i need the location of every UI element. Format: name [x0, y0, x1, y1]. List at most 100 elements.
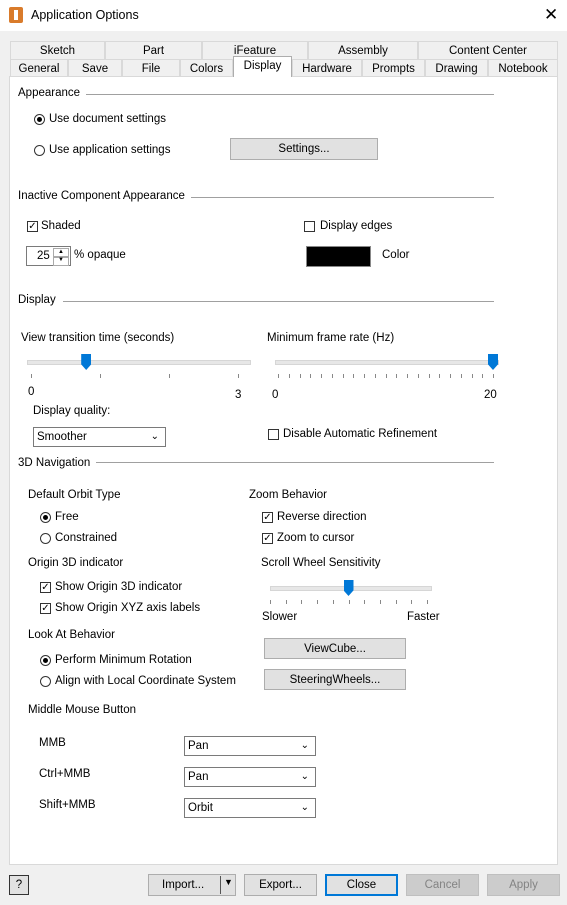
slider-tick: [31, 374, 32, 378]
view-transition-min: 0: [28, 386, 35, 398]
reverse-direction-checkbox[interactable]: ✓: [262, 512, 273, 523]
tab-part[interactable]: Part: [105, 41, 202, 59]
export-button[interactable]: Export...: [244, 874, 317, 896]
slider-tick: [332, 600, 334, 604]
zoom-behavior-title: Zoom Behavior: [249, 489, 327, 501]
tab-colors[interactable]: Colors: [180, 59, 233, 77]
window-title: Application Options: [31, 8, 139, 22]
opacity-spinner[interactable]: 25 ▲ ▼: [26, 246, 71, 266]
shift-mmb-label: Shift+MMB: [39, 799, 96, 811]
color-label: Color: [382, 249, 410, 261]
show-xyz-checkbox[interactable]: ✓: [40, 603, 51, 614]
color-swatch-button[interactable]: [306, 246, 371, 267]
tab-drawing[interactable]: Drawing: [425, 59, 488, 77]
min-frame-rate-track: [275, 360, 499, 365]
tab-prompts[interactable]: Prompts: [362, 59, 425, 77]
slider-tick: [285, 600, 287, 604]
slider-tick: [471, 374, 473, 378]
slider-tick: [374, 374, 376, 378]
tab-display[interactable]: Display: [233, 56, 292, 77]
slider-tick: [396, 374, 398, 378]
slider-tick: [270, 600, 271, 604]
divider: [183, 197, 494, 198]
tab-file[interactable]: File: [122, 59, 180, 77]
lookat-align-radio[interactable]: [40, 676, 51, 687]
tab-assembly[interactable]: Assembly: [308, 41, 418, 59]
min-frame-rate-label: Minimum frame rate (Hz): [267, 332, 395, 344]
use-document-label: Use document settings: [49, 113, 166, 125]
view-transition-label: View transition time (seconds): [21, 332, 175, 344]
mmb-select[interactable]: Pan ⌄: [184, 736, 316, 756]
close-button[interactable]: Close: [325, 874, 398, 896]
scroll-sensitivity-title: Scroll Wheel Sensitivity: [261, 557, 381, 569]
import-split-divider: [220, 876, 221, 894]
display-edges-label: Display edges: [320, 220, 393, 232]
scroll-faster-label: Faster: [407, 611, 440, 623]
import-dropdown-icon[interactable]: ▼: [224, 877, 233, 887]
orbit-free-label: Free: [55, 511, 79, 523]
ctrl-mmb-label: Ctrl+MMB: [39, 768, 91, 780]
tab-notebook[interactable]: Notebook: [488, 59, 558, 77]
use-application-label: Use application settings: [49, 144, 171, 156]
inactive-group-title: Inactive Component Appearance: [18, 190, 191, 202]
slider-tick: [482, 374, 484, 378]
use-document-radio[interactable]: [34, 114, 45, 125]
slider-tick: [348, 600, 350, 604]
steeringwheels-button[interactable]: SteeringWheels...: [264, 669, 406, 690]
slider-tick: [299, 374, 301, 378]
slider-tick: [353, 374, 355, 378]
ctrl-mmb-select[interactable]: Pan ⌄: [184, 767, 316, 787]
shift-mmb-select[interactable]: Orbit ⌄: [184, 798, 316, 818]
scroll-slower-label: Slower: [262, 611, 298, 623]
slider-tick: [379, 600, 381, 604]
spin-down-icon[interactable]: ▼: [53, 256, 69, 266]
use-application-radio[interactable]: [34, 145, 45, 156]
display-edges-checkbox[interactable]: [304, 221, 315, 232]
orbit-constrained-radio[interactable]: [40, 533, 51, 544]
slider-tick: [321, 374, 322, 378]
show-origin-checkbox[interactable]: ✓: [40, 582, 51, 593]
zoom-to-cursor-checkbox[interactable]: ✓: [262, 533, 273, 544]
lookat-min-rotation-label: Perform Minimum Rotation: [55, 654, 192, 666]
slider-tick: [493, 374, 494, 378]
slider-tick: [417, 374, 419, 378]
display-group-title: Display: [18, 294, 62, 306]
slider-tick: [100, 374, 101, 378]
slider-tick: [385, 374, 387, 378]
slider-tick: [301, 600, 303, 604]
mmb-value: Pan: [188, 740, 209, 752]
import-button[interactable]: Import...: [148, 874, 236, 896]
settings-button[interactable]: Settings...: [230, 138, 378, 160]
slider-tick: [278, 374, 279, 378]
appearance-group-title: Appearance: [18, 87, 87, 99]
slider-tick: [395, 600, 397, 604]
viewcube-button[interactable]: ViewCube...: [264, 638, 406, 659]
help-icon[interactable]: ?: [9, 875, 29, 895]
chevron-down-icon: ⌄: [300, 771, 309, 782]
disable-refinement-checkbox[interactable]: [268, 429, 279, 440]
tab-sketch[interactable]: Sketch: [10, 41, 105, 59]
tab-hardware[interactable]: Hardware: [292, 59, 362, 77]
tab-content-center[interactable]: Content Center: [418, 41, 558, 59]
slider-tick: [427, 600, 428, 604]
display-quality-select[interactable]: Smoother ⌄: [33, 427, 166, 447]
apply-button[interactable]: Apply: [487, 874, 560, 896]
slider-tick: [331, 374, 333, 378]
show-xyz-label: Show Origin XYZ axis labels: [55, 602, 201, 614]
display-quality-value: Smoother: [37, 431, 87, 443]
shaded-checkbox[interactable]: ✓: [27, 221, 38, 232]
divider: [79, 94, 494, 95]
app-icon: [9, 7, 23, 23]
tab-save[interactable]: Save: [68, 59, 122, 77]
display-quality-label: Display quality:: [33, 405, 111, 417]
cancel-button[interactable]: Cancel: [406, 874, 479, 896]
slider-tick: [169, 374, 170, 378]
slider-tick: [450, 374, 451, 378]
close-icon[interactable]: ✕: [544, 5, 558, 25]
lookat-min-rotation-radio[interactable]: [40, 655, 51, 666]
orbit-free-radio[interactable]: [40, 512, 51, 523]
tab-general[interactable]: General: [10, 59, 68, 77]
look-at-title: Look At Behavior: [28, 629, 115, 641]
show-origin-label: Show Origin 3D indicator: [55, 581, 183, 593]
slider-tick: [460, 374, 462, 378]
